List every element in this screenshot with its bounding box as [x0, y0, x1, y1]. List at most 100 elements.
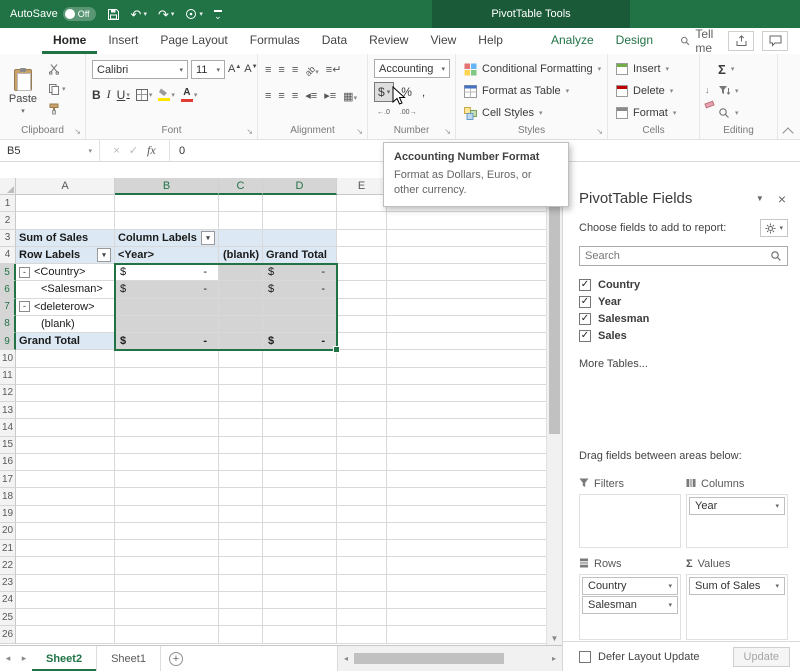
cell-E18[interactable] [337, 488, 387, 505]
row-header-19[interactable]: 19 [0, 506, 16, 523]
cell-D26[interactable] [263, 626, 337, 643]
column-header-E[interactable]: E [337, 178, 387, 195]
find-select-button[interactable]: ▾ [718, 105, 739, 121]
cut-button[interactable] [48, 62, 66, 76]
align-left-icon[interactable]: ≡ [265, 91, 271, 102]
row-header-4[interactable]: 4 [0, 247, 16, 264]
cell-D6[interactable]: $- [263, 281, 337, 298]
format-painter-button[interactable] [48, 102, 66, 116]
cell-C26[interactable] [219, 626, 263, 643]
cell-D22[interactable] [263, 557, 337, 574]
dialog-launcher-icon[interactable]: ↘ [74, 127, 81, 136]
cell-B25[interactable] [115, 609, 219, 626]
cell-E4[interactable] [337, 247, 387, 264]
cell-D17[interactable] [263, 471, 337, 488]
cell-D15[interactable] [263, 437, 337, 454]
cell-B9[interactable]: $- [115, 333, 219, 350]
comma-style-button[interactable]: , [419, 82, 428, 102]
cell-C1[interactable] [219, 195, 263, 212]
cell-A5[interactable]: -<Country> [16, 264, 115, 281]
vertical-scrollbar-thumb[interactable] [549, 194, 560, 434]
decrease-font-size-button[interactable]: A▼ [244, 64, 257, 75]
fill-color-button[interactable]: ▾ [158, 88, 175, 101]
cell-D21[interactable] [263, 540, 337, 557]
cell-A9[interactable]: Grand Total [16, 333, 115, 350]
cell-B22[interactable] [115, 557, 219, 574]
cell-E22[interactable] [337, 557, 387, 574]
tab-page-layout[interactable]: Page Layout [149, 28, 238, 54]
cell-styles-button[interactable]: Cell Styles▾ [464, 105, 542, 121]
tab-help[interactable]: Help [467, 28, 514, 54]
cell-C12[interactable] [219, 385, 263, 402]
search-input[interactable] [585, 250, 770, 262]
cell-C5[interactable] [219, 264, 263, 281]
tab-review[interactable]: Review [358, 28, 419, 54]
borders-button[interactable]: ▾ [136, 89, 153, 101]
cell-D1[interactable] [263, 195, 337, 212]
cell-A20[interactable] [16, 523, 115, 540]
cell-B12[interactable] [115, 385, 219, 402]
column-header-A[interactable]: A [16, 178, 115, 195]
number-format-combo[interactable]: Accounting▾ [374, 59, 450, 78]
chevron-down-icon[interactable]: ▾ [668, 582, 672, 590]
row-header-9[interactable]: 9 [0, 333, 16, 350]
cell-C16[interactable] [219, 454, 263, 471]
italic-button[interactable]: I [107, 87, 111, 102]
row-header-14[interactable]: 14 [0, 419, 16, 436]
row-header-8[interactable]: 8 [0, 316, 16, 333]
tell-me-button[interactable]: Tell me [680, 28, 728, 54]
cell-D7[interactable] [263, 299, 337, 316]
cell-B20[interactable] [115, 523, 219, 540]
bold-button[interactable]: B [92, 88, 101, 102]
scroll-left-icon[interactable]: ◂ [338, 654, 354, 663]
bottom-align-icon[interactable]: ≡ [292, 65, 298, 76]
increase-decimal-icon[interactable]: ←.0 [374, 107, 393, 118]
cell-A11[interactable] [16, 368, 115, 385]
middle-align-icon[interactable]: ≡ [278, 65, 284, 76]
autosave-pill[interactable]: Off [63, 7, 96, 21]
tab-insert[interactable]: Insert [97, 28, 149, 54]
column-header-C[interactable]: C [219, 178, 263, 195]
cell-B19[interactable] [115, 506, 219, 523]
row-header-15[interactable]: 15 [0, 437, 16, 454]
close-icon[interactable]: × [778, 191, 786, 207]
cell-C2[interactable] [219, 212, 263, 229]
cell-C21[interactable] [219, 540, 263, 557]
row-header-12[interactable]: 12 [0, 385, 16, 402]
horizontal-scrollbar-thumb[interactable] [354, 653, 504, 664]
cell-D14[interactable] [263, 419, 337, 436]
cell-D24[interactable] [263, 592, 337, 609]
cell-D10[interactable] [263, 350, 337, 367]
row-header-21[interactable]: 21 [0, 540, 16, 557]
cell-B10[interactable] [115, 350, 219, 367]
align-center-icon[interactable]: ≡ [278, 91, 284, 102]
cell-A24[interactable] [16, 592, 115, 609]
cell-D13[interactable] [263, 402, 337, 419]
align-right-icon[interactable]: ≡ [292, 91, 298, 102]
cell-E24[interactable] [337, 592, 387, 609]
cell-C11[interactable] [219, 368, 263, 385]
area-box-values[interactable]: Sum of Sales▾ [686, 574, 788, 640]
cell-A14[interactable] [16, 419, 115, 436]
cell-B23[interactable] [115, 575, 219, 592]
field-item-salesman[interactable]: ✓Salesman [579, 310, 788, 327]
cell-B18[interactable] [115, 488, 219, 505]
cell-E8[interactable] [337, 316, 387, 333]
cell-C23[interactable] [219, 575, 263, 592]
format-as-table-button[interactable]: Format as Table▾ [464, 83, 569, 99]
cell-C20[interactable] [219, 523, 263, 540]
cell-C8[interactable] [219, 316, 263, 333]
sort-filter-button[interactable]: ▾ [718, 83, 739, 99]
cell-E16[interactable] [337, 454, 387, 471]
dialog-launcher-icon[interactable]: ↘ [596, 127, 603, 136]
fill-down-icon[interactable]: ↓ [705, 85, 714, 95]
cell-D12[interactable] [263, 385, 337, 402]
cell-B5[interactable]: $- [115, 264, 219, 281]
collapse-button[interactable]: - [19, 301, 30, 312]
cell-C9[interactable] [219, 333, 263, 350]
cancel-icon[interactable]: × [113, 145, 119, 157]
cell-D8[interactable] [263, 316, 337, 333]
sheet-tab-sheet2[interactable]: Sheet2 [32, 646, 97, 671]
cell-E9[interactable] [337, 333, 387, 350]
cell-E2[interactable] [337, 212, 387, 229]
